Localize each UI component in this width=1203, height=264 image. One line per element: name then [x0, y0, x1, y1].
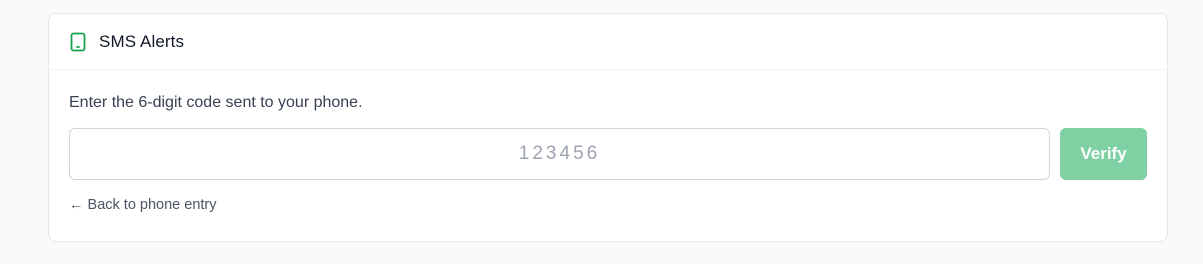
- instructions-text: Enter the 6-digit code sent to your phon…: [69, 94, 363, 111]
- verification-code-input[interactable]: [69, 128, 1050, 180]
- card-title: SMS Alerts: [99, 31, 185, 51]
- back-to-phone-entry-link[interactable]: ← Back to phone entry: [69, 197, 217, 213]
- card-header: SMS Alerts: [49, 14, 1167, 70]
- code-entry-row: Verify: [69, 128, 1147, 180]
- phone-icon: [70, 32, 88, 52]
- verify-button[interactable]: Verify: [1060, 128, 1147, 180]
- card-body: Enter the 6-digit code sent to your phon…: [49, 70, 1167, 214]
- sms-alerts-card: SMS Alerts Enter the 6-digit code sent t…: [48, 13, 1168, 242]
